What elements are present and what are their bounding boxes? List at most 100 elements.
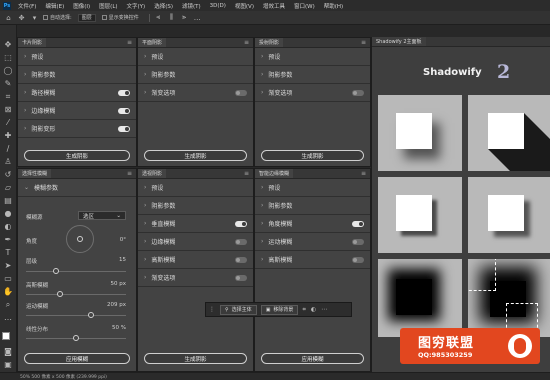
brush-tool-icon[interactable]: ∕ — [3, 143, 14, 154]
screen-mode-icon[interactable]: ▣ — [3, 359, 14, 370]
stamp-tool-icon[interactable]: ♙ — [3, 156, 14, 167]
preview-tile-corner-shadow[interactable] — [468, 177, 550, 253]
toggle-switch[interactable] — [235, 220, 247, 227]
menu-edit[interactable]: 编辑(E) — [45, 2, 64, 10]
foreground-color[interactable] — [2, 332, 10, 340]
move-tool-icon[interactable]: ✥ — [3, 39, 14, 50]
row-edge-blur[interactable]: › 边缘模糊 — [138, 233, 253, 251]
generate-shadow-button[interactable]: 生成阴影 — [261, 150, 364, 161]
blur-source-dropdown[interactable]: 选区 ⌄ — [78, 211, 126, 220]
angle-dial[interactable] — [66, 225, 94, 253]
preview-tile-soft-shadow[interactable] — [378, 95, 462, 171]
tab-shadowify-main[interactable]: Shadowify 2主面板 — [372, 37, 426, 46]
menu-layer[interactable]: 图层(L) — [99, 2, 117, 10]
level-value[interactable]: 15 — [106, 257, 126, 263]
motion-blur-slider-knob[interactable] — [88, 312, 94, 318]
toggle-switch[interactable] — [235, 89, 247, 96]
tab-flat-shadow[interactable]: 平面阴影 — [138, 38, 167, 47]
panel-menu-icon[interactable]: ≡ — [244, 170, 249, 177]
level-slider-track[interactable] — [26, 271, 126, 272]
toggle-switch[interactable] — [352, 220, 364, 227]
generate-shadow-button[interactable]: 生成阴影 — [24, 150, 130, 161]
marquee-tool-icon[interactable]: ⬚ — [3, 52, 14, 63]
row-vertical-blur[interactable]: › 垂直模糊 — [138, 215, 253, 233]
row-gaussian-blur[interactable]: › 高斯模糊 — [255, 251, 370, 269]
move-tool-icon[interactable]: ✥ — [17, 13, 26, 22]
tab-selective-blur[interactable]: 选择性模糊 — [18, 169, 52, 178]
menu-view[interactable]: 视图(V) — [235, 2, 254, 10]
row-preset[interactable]: › 预设 — [255, 179, 370, 197]
preview-tile-long-shadow[interactable] — [468, 95, 550, 171]
menu-type[interactable]: 文字(Y) — [127, 2, 146, 10]
toggle-switch[interactable] — [235, 274, 247, 281]
toggle-switch[interactable] — [118, 107, 130, 114]
history-brush-tool-icon[interactable]: ↺ — [3, 169, 14, 180]
type-tool-icon[interactable]: T — [3, 247, 14, 258]
toggle-switch[interactable] — [235, 256, 247, 263]
row-shadow-params[interactable]: › 阴影参数 — [255, 197, 370, 215]
row-angle-blur[interactable]: › 角度模糊 — [255, 215, 370, 233]
gaussian-blur-value[interactable]: 50 px — [98, 281, 127, 287]
chevron-down-icon[interactable]: ▾ — [30, 13, 39, 22]
row-shadow-params[interactable]: › 阴影参数 — [138, 197, 253, 215]
row-shadow-warp[interactable]: › 阴影变形 — [18, 120, 136, 138]
panel-menu-icon[interactable]: ≡ — [127, 39, 132, 46]
align-center-icon[interactable]: ⫼ — [167, 13, 176, 22]
more-icon[interactable]: … — [193, 13, 202, 22]
layer-select[interactable]: 图层 — [77, 13, 96, 22]
row-shadow-params[interactable]: › 阴影参数 — [18, 66, 136, 84]
menu-select[interactable]: 选择(S) — [154, 2, 173, 10]
menu-filter[interactable]: 滤镜(T) — [182, 2, 201, 10]
row-path-blur[interactable]: › 路径模糊 — [18, 84, 136, 102]
apply-blur-button[interactable]: 应用模糊 — [24, 353, 130, 364]
eyedropper-tool-icon[interactable]: ⁄ — [3, 117, 14, 128]
path-select-tool-icon[interactable]: ➤ — [3, 260, 14, 271]
drag-handle-icon[interactable]: ⋮ — [209, 306, 215, 313]
remove-background-button[interactable]: ▣ 移除背景 — [260, 304, 299, 315]
row-gradient-options[interactable]: › 渐变选项 — [255, 84, 370, 102]
hand-tool-icon[interactable]: ✋ — [3, 286, 14, 297]
toggle-switch[interactable] — [352, 238, 364, 245]
quick-select-tool-icon[interactable]: ✎ — [3, 78, 14, 89]
motion-blur-value[interactable]: 209 px — [96, 302, 126, 308]
row-edge-blur[interactable]: › 边缘模糊 — [18, 102, 136, 120]
generate-shadow-button[interactable]: 生成阴影 — [144, 353, 247, 364]
gradient-tool-icon[interactable]: ▤ — [3, 195, 14, 206]
adjust-icon[interactable]: ◐ — [311, 306, 316, 313]
toggle-switch[interactable] — [118, 89, 130, 96]
panel-menu-icon[interactable]: ≡ — [361, 39, 366, 46]
home-icon[interactable]: ⌂ — [4, 13, 13, 22]
row-shadow-params[interactable]: › 阴影参数 — [255, 66, 370, 84]
linear-distribution-slider-knob[interactable] — [73, 335, 79, 341]
row-motion-blur[interactable]: › 运动模糊 — [255, 233, 370, 251]
menu-image[interactable]: 图像(I) — [73, 2, 90, 10]
row-preset[interactable]: › 预设 — [18, 48, 136, 66]
lasso-tool-icon[interactable]: ◯ — [3, 65, 14, 76]
more-tools-icon[interactable]: … — [3, 312, 14, 323]
pen-tool-icon[interactable]: ✒ — [3, 234, 14, 245]
level-slider-knob[interactable] — [53, 268, 59, 274]
align-left-icon[interactable]: ⫷ — [154, 13, 163, 22]
row-preset[interactable]: › 预设 — [138, 179, 253, 197]
linear-distribution-value[interactable]: 50 % — [98, 325, 126, 331]
auto-select-checkbox[interactable] — [43, 15, 48, 20]
dial-knob[interactable] — [77, 236, 83, 242]
panel-menu-icon[interactable]: ≡ — [127, 170, 132, 177]
generate-shadow-button[interactable]: 生成阴影 — [144, 150, 247, 161]
preview-tile-edge-shadow[interactable] — [378, 177, 462, 253]
tab-smart-edge-blur[interactable]: 智能边缘模糊 — [255, 169, 294, 178]
panel-menu-icon[interactable]: ≡ — [361, 170, 366, 177]
menu-help[interactable]: 帮助(H) — [324, 2, 343, 10]
align-right-icon[interactable]: ⫸ — [180, 13, 189, 22]
more-icon[interactable]: ⋯ — [321, 306, 327, 313]
gaussian-blur-slider-knob[interactable] — [57, 291, 63, 297]
apply-blur-button[interactable]: 应用模糊 — [261, 353, 364, 364]
toggle-switch[interactable] — [352, 256, 364, 263]
toggle-switch[interactable] — [352, 89, 364, 96]
row-shadow-params[interactable]: › 阴影参数 — [138, 66, 253, 84]
row-gaussian-blur[interactable]: › 高斯模糊 — [138, 251, 253, 269]
toggle-switch[interactable] — [118, 125, 130, 132]
tab-card-shadow[interactable]: 卡片阴影 — [18, 38, 47, 47]
row-preset[interactable]: › 预设 — [138, 48, 253, 66]
healing-brush-tool-icon[interactable]: ✚ — [3, 130, 14, 141]
